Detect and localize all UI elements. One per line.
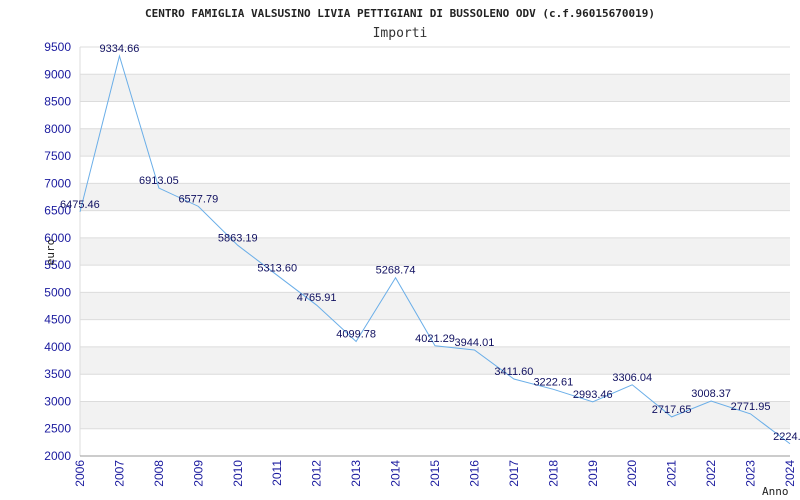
y-tick-label: 3500 [44, 367, 71, 381]
y-tick-label: 2000 [44, 449, 71, 463]
plot-bands [80, 74, 790, 429]
x-tick-label: 2007 [112, 460, 126, 487]
x-tick-label: 2008 [152, 460, 166, 487]
x-tick-label: 2010 [231, 460, 245, 487]
data-label: 6577.79 [178, 193, 218, 205]
y-tick-label: 7500 [44, 149, 71, 163]
y-tick-label: 5000 [44, 285, 71, 299]
y-tick-label: 9500 [44, 40, 71, 54]
y-axis-label: euro [44, 239, 57, 266]
x-tick-label: 2009 [191, 460, 205, 487]
plot-band [80, 74, 790, 102]
data-label: 5268.74 [376, 265, 416, 277]
data-label: 3306.04 [612, 372, 652, 384]
x-tick-label: 2018 [546, 460, 560, 487]
data-label: 5863.19 [218, 232, 258, 244]
line-chart: CENTRO FAMIGLIA VALSUSINO LIVIA PETTIGIA… [44, 7, 800, 498]
y-tick-label: 2500 [44, 422, 71, 436]
data-label: 3222.61 [533, 376, 573, 388]
chart-title: CENTRO FAMIGLIA VALSUSINO LIVIA PETTIGIA… [145, 7, 655, 20]
data-label: 6475.46 [60, 199, 100, 211]
y-tick-label: 9000 [44, 67, 71, 81]
x-tick-label: 2012 [310, 460, 324, 487]
data-label: 2993.46 [573, 389, 613, 401]
y-tick-label: 8000 [44, 122, 71, 136]
data-label: 4765.91 [297, 292, 337, 304]
x-tick-label: 2021 [665, 460, 679, 487]
x-axis-label: Anno [762, 485, 789, 498]
x-tick-label: 2022 [704, 460, 718, 487]
x-tick-label: 2019 [586, 460, 600, 487]
plot-band [80, 292, 790, 320]
data-label: 4021.29 [415, 333, 455, 345]
data-label: 4099.78 [336, 328, 376, 340]
x-tick-label: 2011 [270, 460, 284, 486]
data-label: 2771.95 [731, 401, 771, 413]
x-tick-label: 2006 [73, 460, 87, 487]
y-tick-label: 8500 [44, 95, 71, 109]
x-tick-label: 2024 [783, 460, 797, 487]
data-label: 3008.37 [691, 388, 731, 400]
data-label: 3944.01 [455, 337, 495, 349]
data-label: 6913.05 [139, 175, 179, 187]
x-tick-label: 2017 [507, 460, 521, 487]
x-tick-label: 2015 [428, 460, 442, 487]
y-tick-label: 7000 [44, 176, 71, 190]
chart-subtitle: Importi [373, 26, 428, 41]
data-label: 2224.6 [773, 431, 800, 443]
y-tick-label: 4500 [44, 313, 71, 327]
y-tick-label: 4000 [44, 340, 71, 354]
plot-band [80, 128, 790, 157]
x-tick-label: 2013 [349, 460, 363, 487]
plot-band [80, 346, 790, 375]
y-tick-label: 3000 [44, 394, 71, 408]
data-label: 5313.60 [257, 262, 297, 274]
x-tick-label: 2023 [744, 460, 758, 487]
plot-band [80, 237, 790, 266]
x-axis-ticks: 2006 2007 2008 2009 2010 2011 2012 2013 2014 2015… [73, 460, 797, 487]
data-label: 9334.66 [100, 43, 140, 55]
x-tick-label: 2014 [389, 460, 403, 487]
x-tick-label: 2016 [467, 460, 481, 487]
data-label: 3411.60 [494, 366, 533, 378]
x-tick-label: 2020 [625, 460, 639, 487]
data-label: 2717.65 [652, 404, 692, 416]
